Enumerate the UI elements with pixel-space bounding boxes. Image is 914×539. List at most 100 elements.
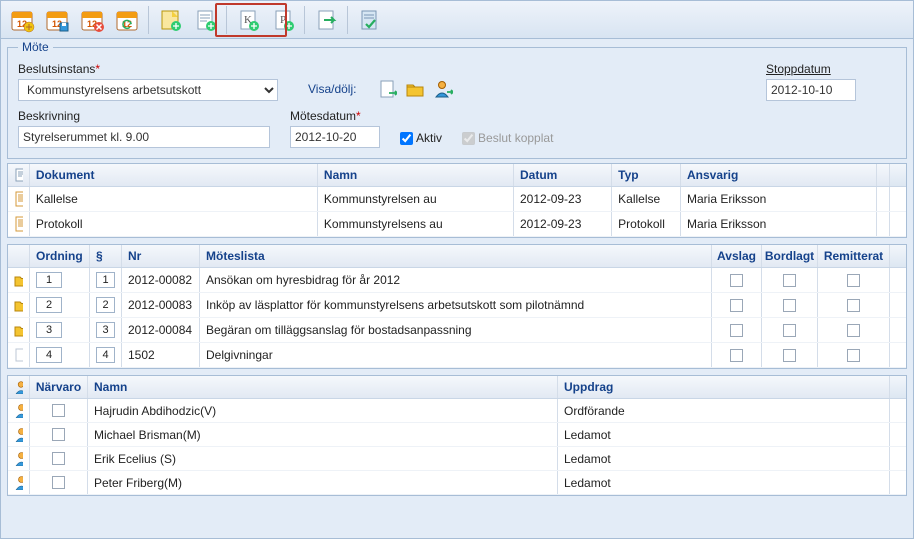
cell-lista: Inköp av läsplattor för kommunstyrelsens… bbox=[200, 293, 712, 317]
cell-dokument: Kallelse bbox=[30, 187, 318, 211]
cell-nr: 2012-00082 bbox=[122, 268, 200, 292]
cell-narvaro[interactable] bbox=[30, 447, 88, 470]
doc-header-icon bbox=[14, 168, 23, 182]
table-row[interactable]: KallelseKommunstyrelsen au2012-09-23Kall… bbox=[8, 187, 906, 212]
table-row[interactable]: ProtokollKommunstyrelsens au2012-09-23Pr… bbox=[8, 212, 906, 237]
doc-row-icon bbox=[8, 187, 30, 211]
calendar-refresh-icon[interactable]: 12 bbox=[110, 3, 144, 37]
table-row[interactable]: 112012-00082Ansökan om hyresbidrag för å… bbox=[8, 268, 906, 293]
aktiv-checkbox[interactable]: Aktiv bbox=[400, 131, 442, 145]
col-moteslista[interactable]: Möteslista bbox=[200, 245, 712, 267]
doc-p-add-icon[interactable]: P bbox=[266, 3, 300, 37]
beskrivning-label: Beskrivning bbox=[18, 109, 270, 123]
col-bordlagt[interactable]: Bordlagt bbox=[762, 245, 818, 267]
cell-remitterat[interactable] bbox=[818, 268, 890, 292]
cell-narvaro[interactable] bbox=[30, 423, 88, 446]
order-row-icon bbox=[8, 343, 30, 367]
person-icon bbox=[8, 447, 30, 470]
cell-ordning: 2 bbox=[30, 293, 90, 317]
panel-title: Möte bbox=[18, 40, 53, 54]
cell-remitterat[interactable] bbox=[818, 293, 890, 317]
beslutsinstans-label: Beslutsinstans* bbox=[18, 62, 278, 76]
col-dokument[interactable]: Dokument bbox=[30, 164, 318, 186]
app-window: 12 12 12 12 K P bbox=[0, 0, 914, 539]
cell-typ: Protokoll bbox=[612, 212, 681, 236]
cell-nr: 1502 bbox=[122, 343, 200, 367]
col-paragraph[interactable]: § bbox=[90, 245, 122, 267]
order-row-icon bbox=[8, 268, 30, 292]
cell-paragraph: 4 bbox=[90, 343, 122, 367]
cell-lista: Delgivningar bbox=[200, 343, 712, 367]
attendance-header: Närvaro Namn Uppdrag bbox=[8, 376, 906, 399]
cell-bordlagt[interactable] bbox=[762, 318, 818, 342]
stoppdatum-label: Stoppdatum bbox=[766, 62, 856, 76]
cell-datum: 2012-09-23 bbox=[514, 187, 612, 211]
cell-namn: Hajrudin Abdihodzic(V) bbox=[88, 399, 558, 422]
col-datum[interactable]: Datum bbox=[514, 164, 612, 186]
table-row[interactable]: Hajrudin Abdihodzic(V)Ordförande bbox=[8, 399, 906, 423]
cell-uppdrag: Ledamot bbox=[558, 447, 890, 470]
cell-narvaro[interactable] bbox=[30, 399, 88, 422]
col-narvaro[interactable]: Närvaro bbox=[30, 376, 88, 398]
cell-avslag[interactable] bbox=[712, 268, 762, 292]
documents-header: Dokument Namn Datum Typ Ansvarig bbox=[8, 164, 906, 187]
cell-avslag[interactable] bbox=[712, 343, 762, 367]
visa-label: Visa/dölj: bbox=[308, 82, 356, 96]
doc-export-icon[interactable] bbox=[309, 3, 343, 37]
calendar-new-icon[interactable]: 12 bbox=[5, 3, 39, 37]
col-namn-att[interactable]: Namn bbox=[88, 376, 558, 398]
cell-avslag[interactable] bbox=[712, 293, 762, 317]
person-icon bbox=[8, 399, 30, 422]
calendar-delete-icon[interactable]: 12 bbox=[75, 3, 109, 37]
beskrivning-input[interactable] bbox=[18, 126, 270, 148]
cell-narvaro[interactable] bbox=[30, 471, 88, 494]
cell-remitterat[interactable] bbox=[818, 318, 890, 342]
table-row[interactable]: 441502Delgivningar bbox=[8, 343, 906, 368]
col-ordning[interactable]: Ordning bbox=[30, 245, 90, 267]
col-remitterat[interactable]: Remitterat bbox=[818, 245, 890, 267]
col-nr[interactable]: Nr bbox=[122, 245, 200, 267]
toggle-person-icon[interactable] bbox=[432, 78, 454, 100]
note-add-icon[interactable] bbox=[153, 3, 187, 37]
col-namn[interactable]: Namn bbox=[318, 164, 514, 186]
col-typ[interactable]: Typ bbox=[612, 164, 681, 186]
cell-namn: Peter Friberg(M) bbox=[88, 471, 558, 494]
cell-remitterat[interactable] bbox=[818, 343, 890, 367]
cell-bordlagt[interactable] bbox=[762, 268, 818, 292]
doc-add-icon[interactable] bbox=[188, 3, 222, 37]
toggle-doc-icon[interactable] bbox=[376, 78, 398, 100]
stoppdatum-input[interactable] bbox=[766, 79, 856, 101]
cell-dokument: Protokoll bbox=[30, 212, 318, 236]
documents-grid: Dokument Namn Datum Typ Ansvarig Kallels… bbox=[7, 163, 907, 238]
cell-paragraph: 3 bbox=[90, 318, 122, 342]
beslut-checkbox: Beslut kopplat bbox=[462, 131, 553, 145]
cell-ansvarig: Maria Eriksson bbox=[681, 212, 877, 236]
person-icon bbox=[8, 423, 30, 446]
cell-namn: Michael Brisman(M) bbox=[88, 423, 558, 446]
table-row[interactable]: 332012-00084Begäran om tilläggsanslag fö… bbox=[8, 318, 906, 343]
cell-bordlagt[interactable] bbox=[762, 343, 818, 367]
person-header-icon bbox=[14, 380, 23, 394]
cell-uppdrag: Ordförande bbox=[558, 399, 890, 422]
doc-k-add-icon[interactable]: K bbox=[231, 3, 265, 37]
col-ansvarig[interactable]: Ansvarig bbox=[681, 164, 877, 186]
beslutsinstans-select[interactable]: Kommunstyrelsens arbetsutskott bbox=[18, 79, 278, 101]
col-uppdrag[interactable]: Uppdrag bbox=[558, 376, 890, 398]
doc-check-icon[interactable] bbox=[352, 3, 386, 37]
toggle-folder-icon[interactable] bbox=[404, 78, 426, 100]
order-grid: Ordning § Nr Möteslista Avslag Bordlagt … bbox=[7, 244, 907, 369]
doc-row-icon bbox=[8, 212, 30, 236]
table-row[interactable]: 222012-00083Inköp av läsplattor för komm… bbox=[8, 293, 906, 318]
col-avslag[interactable]: Avslag bbox=[712, 245, 762, 267]
person-icon bbox=[8, 471, 30, 494]
calendar-save-icon[interactable]: 12 bbox=[40, 3, 74, 37]
cell-avslag[interactable] bbox=[712, 318, 762, 342]
cell-bordlagt[interactable] bbox=[762, 293, 818, 317]
table-row[interactable]: Peter Friberg(M)Ledamot bbox=[8, 471, 906, 495]
cell-typ: Kallelse bbox=[612, 187, 681, 211]
table-row[interactable]: Erik Ecelius (S)Ledamot bbox=[8, 447, 906, 471]
table-row[interactable]: Michael Brisman(M)Ledamot bbox=[8, 423, 906, 447]
main-toolbar: 12 12 12 12 K P bbox=[1, 1, 913, 39]
cell-paragraph: 1 bbox=[90, 268, 122, 292]
cell-ordning: 1 bbox=[30, 268, 90, 292]
